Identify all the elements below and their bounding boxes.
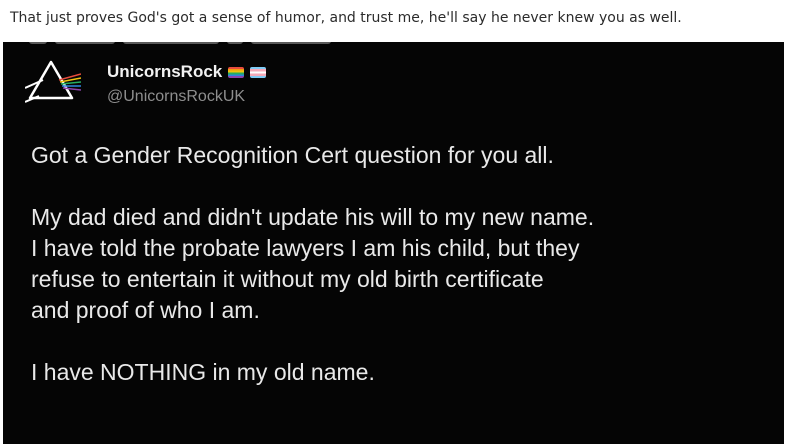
cropped-header-text [29, 42, 359, 46]
rainbow-flag-icon [228, 66, 245, 78]
tweet-line: My dad died and didn't update his will t… [31, 204, 595, 230]
tweet-paragraph: Got a Gender Recognition Cert question f… [31, 140, 781, 171]
trans-flag-icon [250, 66, 267, 78]
tweet-paragraph: My dad died and didn't update his will t… [31, 202, 781, 326]
tweet-line: and proof of who I am. [31, 297, 260, 323]
tweet-line: I have told the probate lawyers I am his… [31, 235, 580, 261]
user-handle: @UnicornsRockUK [107, 88, 246, 105]
tweet-line: refuse to entertain it without my old bi… [31, 266, 544, 292]
tweet-line: I have NOTHING in my old name. [31, 359, 375, 385]
post-page: That just proves God's got a sense of hu… [0, 0, 789, 444]
post-caption: That just proves God's got a sense of hu… [10, 10, 682, 26]
tweet-screenshot-image[interactable]: UnicornsRock @UnicornsRockUK Got a Gende… [3, 42, 784, 444]
tweet-body: Got a Gender Recognition Cert question f… [31, 140, 781, 388]
prism-triangle-icon [25, 60, 81, 103]
tweet-paragraph: I have NOTHING in my old name. [31, 357, 781, 388]
tweet-author-row: UnicornsRock [107, 62, 267, 82]
tweet-line: Got a Gender Recognition Cert question f… [31, 142, 554, 168]
display-name: UnicornsRock [107, 62, 223, 81]
